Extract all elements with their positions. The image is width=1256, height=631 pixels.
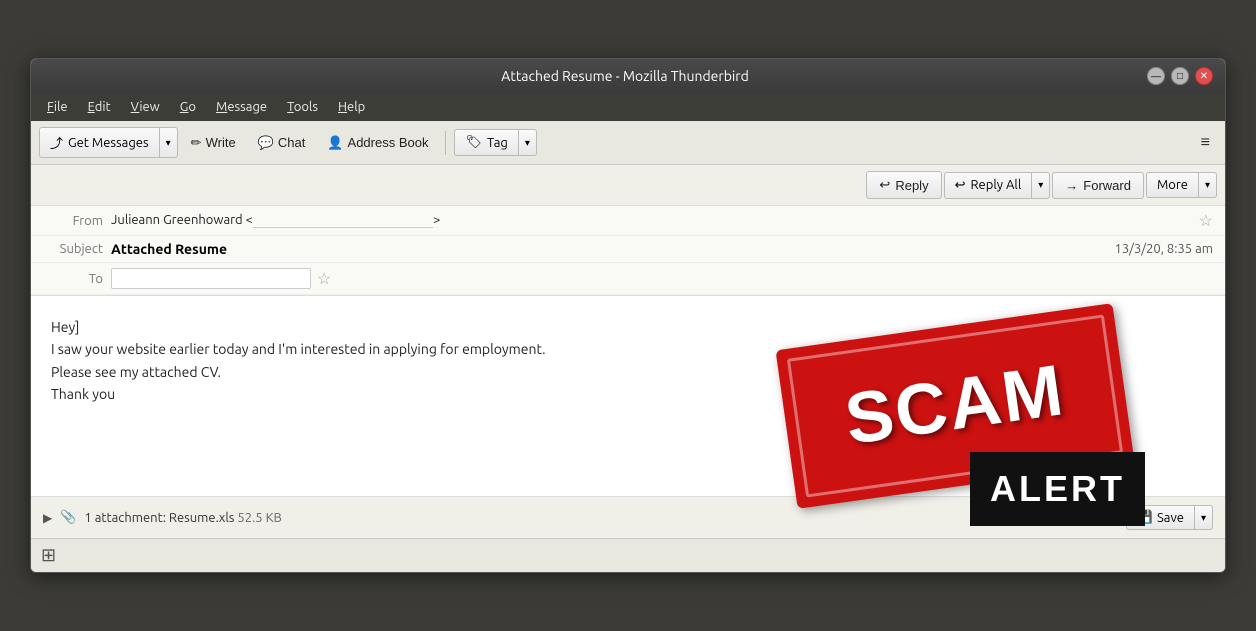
main-window: Attached Resume - Mozilla Thunderbird — … — [30, 58, 1226, 573]
window-controls: — □ ✕ — [1147, 67, 1213, 85]
menu-file[interactable]: File — [39, 97, 76, 117]
minimize-button[interactable]: — — [1147, 67, 1165, 85]
write-button[interactable]: ✏ Write — [182, 130, 245, 156]
subject-field: Subject Attached Resume 13/3/20, 8:35 am — [31, 236, 1225, 263]
to-label: To — [43, 272, 103, 286]
tag-dropdown[interactable]: ▾ — [518, 129, 537, 156]
attachment-name: 1 attachment: Resume.xls — [84, 511, 234, 525]
toolbar-separator — [445, 131, 446, 155]
write-icon: ✏ — [191, 135, 202, 151]
menu-tools[interactable]: Tools — [279, 97, 326, 117]
reply-all-group: ↩ Reply All ▾ — [944, 172, 1051, 199]
actionbar: ↩ Reply ↩ Reply All ▾ → Forward More ▾ — [31, 165, 1225, 206]
toolbar: ⤴ Get Messages ▾ ✏ Write 💬 Chat 👤 Addres… — [31, 121, 1225, 165]
subject-value: Attached Resume — [111, 241, 1115, 257]
tag-button[interactable]: 🏷 Tag — [454, 129, 517, 156]
from-value: Julieann Greenhoward < > — [111, 213, 1199, 228]
get-messages-icon: ⤴ — [50, 133, 63, 152]
alert-banner: ALERT — [970, 452, 1145, 526]
more-group: More ▾ — [1146, 172, 1217, 198]
menubar: File Edit View Go Message Tools Help — [31, 93, 1225, 121]
footer-bar: ⊞ — [31, 538, 1225, 572]
subject-label: Subject — [43, 242, 103, 256]
to-input[interactable] — [111, 268, 311, 289]
alert-text: ALERT — [990, 468, 1125, 509]
scam-alert-container: SCAM ALERT — [765, 316, 1145, 536]
tag-icon: 🏷 — [465, 135, 482, 150]
reply-all-button[interactable]: ↩ Reply All — [944, 172, 1032, 199]
chat-button[interactable]: 💬 Chat — [249, 130, 315, 156]
menu-help[interactable]: Help — [330, 97, 373, 117]
from-label: From — [43, 214, 103, 228]
email-body: Hey] I saw your website earlier today an… — [31, 296, 1225, 496]
forward-icon: → — [1065, 178, 1078, 193]
menu-message[interactable]: Message — [208, 97, 275, 117]
toolbar-menu-button[interactable]: ≡ — [1194, 129, 1217, 157]
reply-button[interactable]: ↩ Reply — [866, 171, 941, 199]
from-star-icon[interactable]: ☆ — [1199, 211, 1213, 230]
forward-button[interactable]: → Forward — [1052, 172, 1144, 199]
get-messages-label: Get Messages — [68, 136, 149, 150]
reply-icon: ↩ — [879, 177, 890, 193]
menu-view[interactable]: View — [123, 97, 168, 117]
tag-group: 🏷 Tag ▾ — [454, 129, 536, 156]
footer-icon[interactable]: ⊞ — [41, 545, 56, 566]
close-button[interactable]: ✕ — [1195, 67, 1213, 85]
from-bracket-end: > — [433, 213, 440, 227]
get-messages-button[interactable]: ⤴ Get Messages — [39, 127, 159, 158]
to-field: To ☆ — [31, 263, 1225, 295]
maximize-button[interactable]: □ — [1171, 67, 1189, 85]
attachment-paperclip-icon: 📎 — [60, 510, 76, 525]
window-title: Attached Resume - Mozilla Thunderbird — [103, 68, 1147, 84]
menu-edit[interactable]: Edit — [80, 97, 119, 117]
get-messages-dropdown[interactable]: ▾ — [159, 127, 178, 158]
attachment-size: 52.5 KB — [237, 511, 281, 525]
reply-all-dropdown[interactable]: ▾ — [1031, 172, 1050, 199]
from-field: From Julieann Greenhoward < > ☆ — [31, 206, 1225, 236]
get-messages-group: ⤴ Get Messages ▾ — [39, 127, 178, 158]
to-star-icon[interactable]: ☆ — [317, 269, 331, 288]
address-book-icon: 👤 — [327, 135, 343, 151]
email-date: 13/3/20, 8:35 am — [1115, 242, 1213, 256]
address-book-button[interactable]: 👤 Address Book — [318, 130, 437, 156]
titlebar: Attached Resume - Mozilla Thunderbird — … — [31, 59, 1225, 93]
chat-icon: 💬 — [258, 135, 274, 151]
from-email-placeholder — [253, 213, 433, 228]
reply-all-icon: ↩ — [955, 178, 966, 193]
more-dropdown[interactable]: ▾ — [1198, 172, 1217, 198]
save-dropdown[interactable]: ▾ — [1194, 505, 1213, 530]
attachment-expand-icon[interactable]: ▶ — [43, 511, 52, 525]
more-button[interactable]: More — [1146, 172, 1198, 198]
menu-go[interactable]: Go — [172, 97, 204, 117]
from-name: Julieann Greenhoward < — [111, 213, 253, 227]
email-header: From Julieann Greenhoward < > ☆ Subject … — [31, 206, 1225, 296]
